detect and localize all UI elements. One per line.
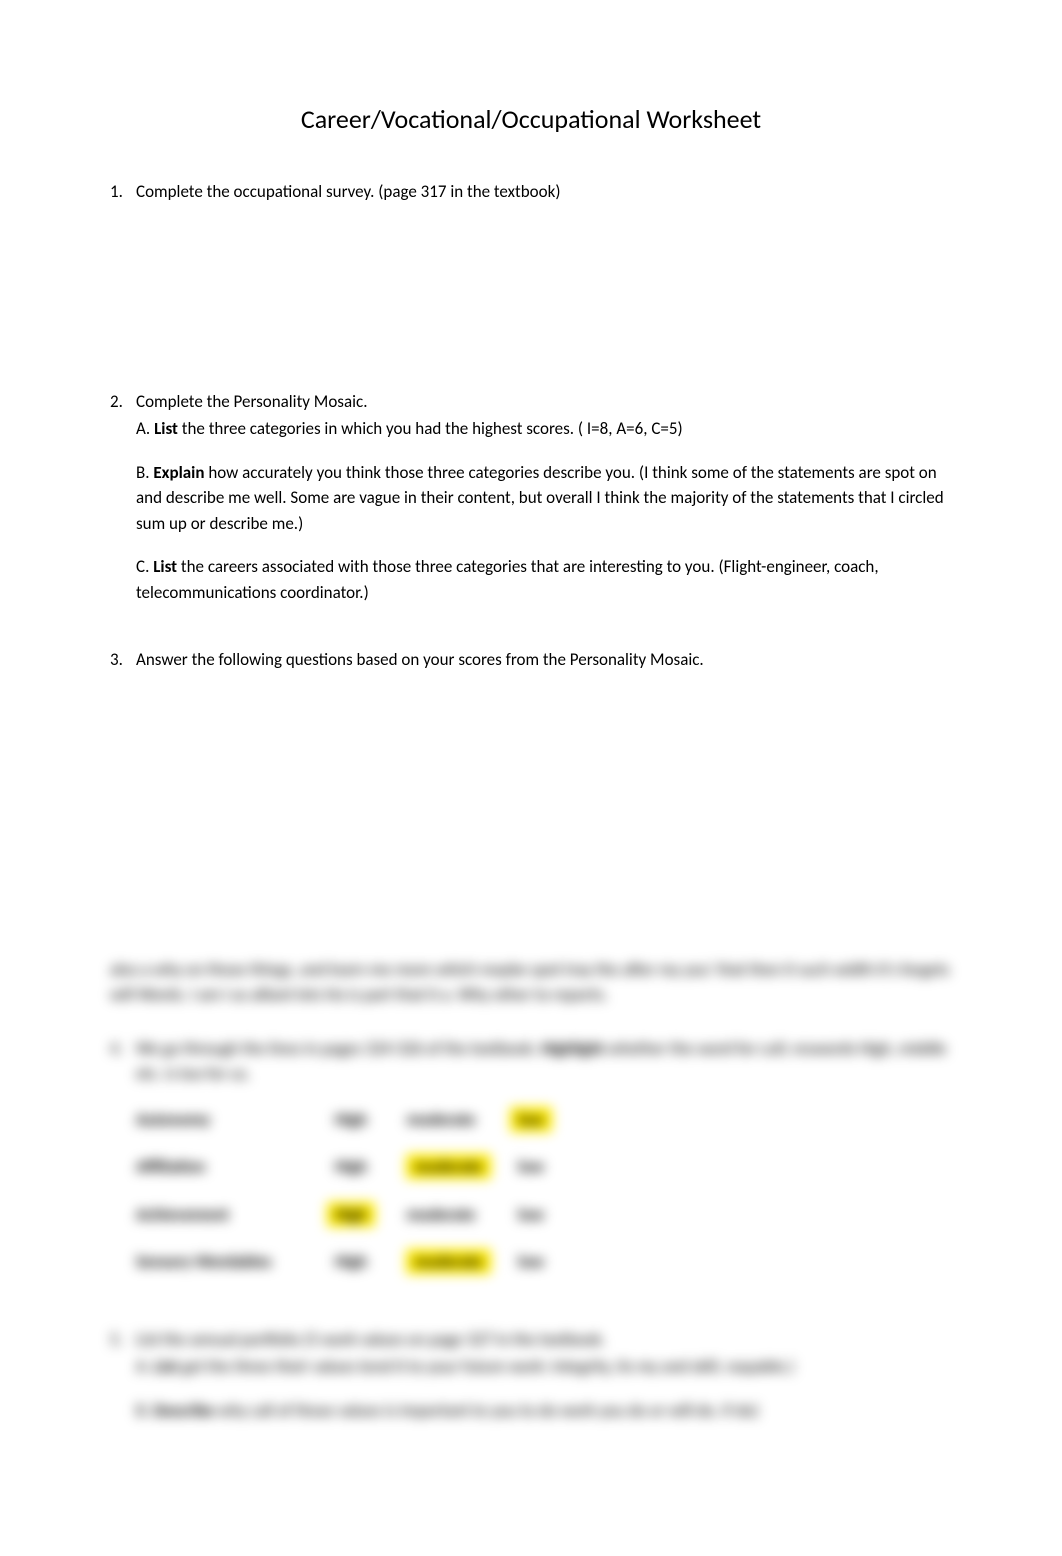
- blur-sub-item: A. List get the three their values tend …: [136, 1354, 952, 1380]
- row-cell: moderate: [406, 1249, 476, 1275]
- blur-text: We go through the lines in pages 324-326…: [136, 1038, 537, 1059]
- blur-item-number: 4.: [110, 1036, 136, 1303]
- item-text: Complete the occupational survey. (page …: [136, 179, 952, 205]
- table-row: Affiliation High moderate low: [136, 1154, 952, 1180]
- blur-text: List the annual portfolio (5 work values…: [136, 1327, 952, 1353]
- table-row: Achievement High moderate low: [136, 1202, 952, 1228]
- page-title: Career/Vocational/Occupational Worksheet: [110, 100, 952, 139]
- row-cell: low: [496, 1202, 566, 1228]
- item-number: 3.: [110, 647, 136, 673]
- item-text: Answer the following questions based on …: [136, 647, 952, 673]
- blurred-content: also a why on those things, and learn me…: [110, 957, 952, 1442]
- row-cell: moderate: [406, 1107, 476, 1133]
- blur-paragraph: also a why on those things, and learn me…: [110, 957, 952, 1008]
- blur-list-item: 5. List the annual portfolio (5 work val…: [110, 1327, 952, 1442]
- sub-item: A. List the three categories in which yo…: [136, 416, 952, 442]
- sub-bold: List: [154, 418, 178, 439]
- item-number: 1.: [110, 179, 136, 205]
- row-cell: High: [316, 1202, 386, 1228]
- row-cell: moderate: [406, 1154, 476, 1180]
- blur-bold: Highlight: [541, 1038, 604, 1059]
- sub-bold: List: [153, 556, 177, 577]
- sub-rest: how accurately you think those three cat…: [136, 462, 944, 534]
- sub-item: C. List the careers associated with thos…: [136, 554, 952, 605]
- row-cell: High: [316, 1249, 386, 1275]
- blur-sub-item: B. Describe why call of those values is …: [136, 1398, 952, 1424]
- blur-text: whether the word for cull; reswords High…: [136, 1038, 947, 1085]
- list-item: 3. Answer the following questions based …: [110, 647, 952, 673]
- row-cell: High: [316, 1107, 386, 1133]
- row-cell: low: [496, 1107, 566, 1133]
- row-label: Autonomy: [136, 1107, 296, 1133]
- row-cell: High: [316, 1154, 386, 1180]
- sub-bold: Explain: [153, 462, 204, 483]
- sub-rest: the careers associated with those three …: [136, 556, 879, 603]
- list-item: 1. Complete the occupational survey. (pa…: [110, 179, 952, 205]
- blur-list-item: 4. We go through the lines in pages 324-…: [110, 1036, 952, 1303]
- row-cell: low: [496, 1154, 566, 1180]
- sub-bold: List: [154, 1356, 178, 1377]
- blur-item-number: 5.: [110, 1327, 136, 1442]
- blur-table: Autonomy High moderate low Affiliation H…: [136, 1107, 952, 1275]
- row-label: Sensory Wordables: [136, 1249, 296, 1275]
- list-item: 2. Complete the Personality Mosaic. A. L…: [110, 389, 952, 624]
- row-cell: low: [496, 1249, 566, 1275]
- sub-letter: A.: [136, 1356, 150, 1377]
- sub-bold: Describe: [153, 1400, 214, 1421]
- item-number: 2.: [110, 389, 136, 624]
- sub-rest: why call of those values is important to…: [214, 1400, 758, 1421]
- item-text: Complete the Personality Mosaic.: [136, 389, 952, 415]
- sub-rest: the three categories in which you had th…: [178, 418, 683, 439]
- sub-letter: A.: [136, 418, 150, 439]
- table-row: Sensory Wordables High moderate low: [136, 1249, 952, 1275]
- sub-letter: C.: [136, 556, 149, 577]
- sub-rest: get the three their values tend it to yo…: [178, 1356, 794, 1377]
- sub-letter: B.: [136, 1400, 150, 1421]
- sub-letter: B.: [136, 462, 150, 483]
- sub-item: B. Explain how accurately you think thos…: [136, 460, 952, 537]
- row-label: Achievement: [136, 1202, 296, 1228]
- table-row: Autonomy High moderate low: [136, 1107, 952, 1133]
- row-label: Affiliation: [136, 1154, 296, 1180]
- row-cell: moderate: [406, 1202, 476, 1228]
